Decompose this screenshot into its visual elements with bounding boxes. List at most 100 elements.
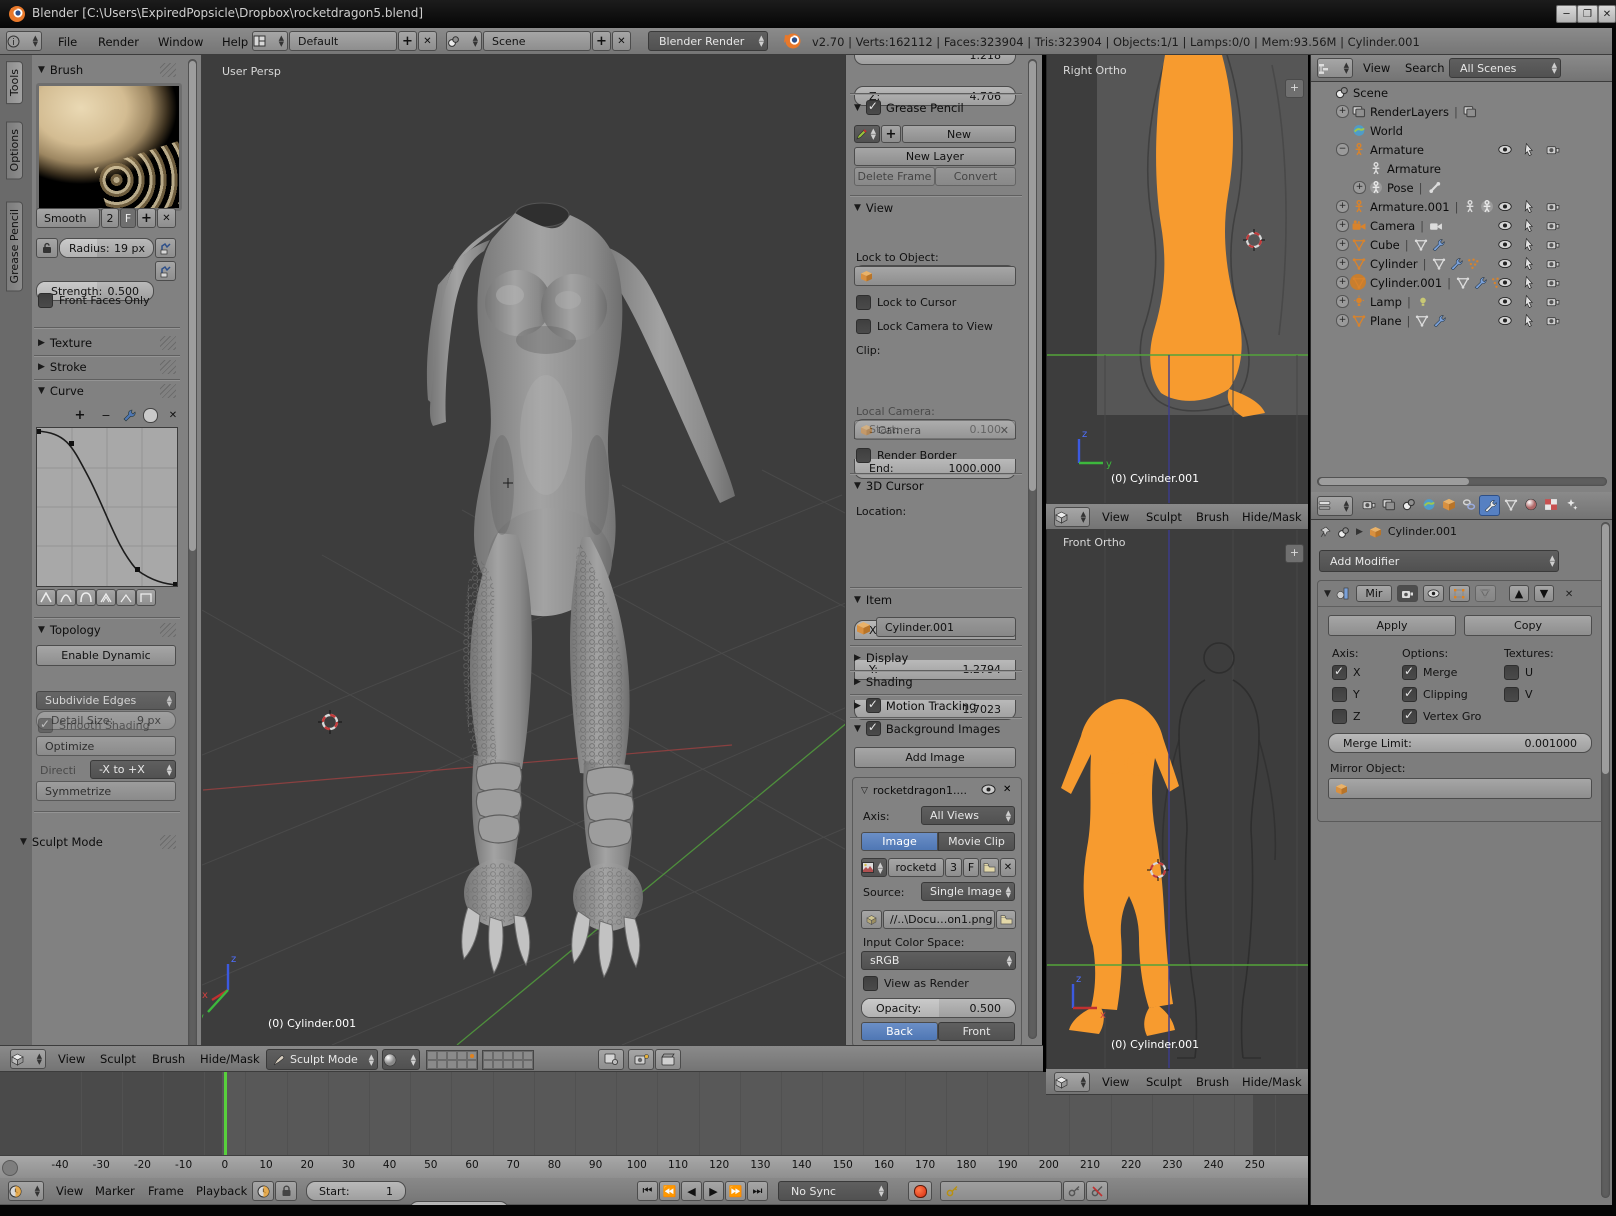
bg-front-tab[interactable]: Front: [938, 1022, 1015, 1041]
outliner-item-cylinder[interactable]: +Cylinder|: [1311, 254, 1613, 273]
colorspace-select[interactable]: sRGB▲▼: [861, 951, 1016, 970]
scene-icon-button[interactable]: ▲▼: [446, 31, 482, 51]
stroke-panel-header[interactable]: ▶Stroke: [38, 360, 87, 374]
outliner-item-label[interactable]: Pose: [1387, 181, 1414, 195]
renderability-camera-icon[interactable]: [1546, 238, 1561, 251]
pin-icon[interactable]: [1319, 526, 1331, 538]
panel-plus-tab[interactable]: +: [1285, 79, 1304, 98]
outliner-item-armature[interactable]: Armature: [1311, 159, 1613, 178]
add-modifier-select[interactable]: Add Modifier▲▼: [1319, 550, 1559, 572]
menu-hidemask[interactable]: Hide/Mask: [1242, 1075, 1302, 1089]
axis-checkbox[interactable]: Y: [1332, 687, 1361, 702]
grease-pencil-enable-checkbox[interactable]: [866, 100, 881, 115]
menu-render[interactable]: Render: [98, 35, 139, 49]
local-camera-field[interactable]: Camera✕: [854, 420, 1016, 440]
sculpt-mode-panel-header[interactable]: ▼Sculpt Mode: [20, 835, 103, 849]
scene-add-button[interactable]: [592, 31, 611, 51]
source-select[interactable]: Single Image▲▼: [921, 882, 1015, 901]
menu-help[interactable]: Help: [222, 35, 248, 49]
image-fake-user-button[interactable]: F: [963, 858, 979, 877]
radius-unified-lock-button[interactable]: [36, 238, 58, 258]
properties-tab-scene[interactable]: [1399, 495, 1418, 514]
modifier-move-down-button[interactable]: ▼: [1534, 585, 1554, 602]
brush-preview[interactable]: [36, 83, 182, 211]
texture-panel-header[interactable]: ▶Texture: [38, 336, 92, 350]
curve-delete-button[interactable]: [164, 407, 182, 423]
properties-tab-particles[interactable]: [1561, 495, 1580, 514]
new-layer-button[interactable]: New Layer: [854, 147, 1016, 166]
expand-toggle[interactable]: +: [1336, 238, 1349, 251]
layout-add-button[interactable]: [398, 31, 417, 51]
outliner-item-label[interactable]: Cube: [1370, 238, 1400, 252]
menu-file[interactable]: File: [58, 35, 77, 49]
delete-keyframe-button[interactable]: [1086, 1181, 1108, 1201]
expand-toggle[interactable]: +: [1336, 276, 1349, 289]
editor-type-button[interactable]: ▲▼: [1317, 496, 1353, 516]
render-engine-select[interactable]: Blender Render ▲▼: [648, 31, 768, 51]
mirror-object-field[interactable]: [1328, 778, 1592, 799]
add-image-button[interactable]: Add Image: [854, 747, 1016, 768]
properties-tab-renderlayers[interactable]: [1379, 495, 1398, 514]
grease-pencil-new-button[interactable]: New: [902, 125, 1016, 143]
selectability-pointer-icon[interactable]: [1522, 238, 1537, 251]
outliner-menu-view[interactable]: View: [1363, 61, 1390, 75]
sync-select[interactable]: No Sync▲▼: [778, 1181, 888, 1201]
background-images-panel-header[interactable]: ▼Background Images: [854, 721, 1000, 736]
timeline-menu-frame[interactable]: Frame: [148, 1184, 184, 1198]
symmetrize-direction-select[interactable]: -X to +X▲▼: [90, 760, 176, 779]
outliner-item-armature[interactable]: −Armature: [1311, 140, 1613, 159]
selectability-pointer-icon[interactable]: [1522, 200, 1537, 213]
menu-brush[interactable]: Brush: [1196, 1075, 1229, 1089]
insert-keyframe-button[interactable]: [1063, 1181, 1085, 1201]
view-panel-header[interactable]: ▼View: [854, 201, 893, 215]
outliner-item-armature-001[interactable]: +Armature.001|: [1311, 197, 1613, 216]
timeline-menu-playback[interactable]: Playback: [196, 1184, 247, 1198]
lock-to-cursor-checkbox[interactable]: Lock to Cursor: [856, 295, 956, 310]
option-checkbox[interactable]: Clipping: [1402, 687, 1481, 702]
bg-source-image-tab[interactable]: Image: [861, 832, 938, 851]
filepath-browse-button[interactable]: [996, 910, 1016, 929]
curve-preset-constant[interactable]: [136, 589, 156, 606]
tab-tools[interactable]: Tools: [6, 61, 23, 104]
outliner-item-label[interactable]: World: [1370, 124, 1403, 138]
outliner-item-label[interactable]: Lamp: [1370, 295, 1402, 309]
viewport-menu-hidemask[interactable]: Hide/Mask: [200, 1052, 260, 1066]
renderability-camera-icon[interactable]: [1546, 200, 1561, 213]
renderability-camera-icon[interactable]: [1546, 257, 1561, 270]
scene-delete-button[interactable]: [612, 31, 631, 51]
lock-camera-to-view-checkbox[interactable]: Lock Camera to View: [856, 319, 993, 334]
bg-back-tab[interactable]: Back: [861, 1022, 938, 1041]
view-as-render-checkbox[interactable]: View as Render: [863, 976, 969, 991]
expand-toggle[interactable]: +: [1336, 219, 1349, 232]
topology-panel-header[interactable]: ▼Topology: [38, 623, 101, 637]
outliner-item-label[interactable]: Cylinder: [1370, 257, 1418, 271]
menu-view[interactable]: View: [1102, 1075, 1129, 1089]
menu-window[interactable]: Window: [158, 35, 203, 49]
radius-pressure-button[interactable]: [155, 238, 176, 258]
merge-limit-field[interactable]: Merge Limit: 0.001000: [1328, 733, 1592, 753]
visibility-eye-icon[interactable]: [1498, 314, 1513, 327]
modifier-delete-button[interactable]: [1565, 587, 1573, 600]
motion-tracking-checkbox[interactable]: [866, 698, 881, 713]
smooth-shading-checkbox[interactable]: Smooth Shading: [38, 718, 150, 733]
breadcrumb-object[interactable]: Cylinder.001: [1388, 525, 1457, 538]
outliner-item-cube[interactable]: +Cube|: [1311, 235, 1613, 254]
editor-type-button[interactable]: ▲▼: [10, 1049, 46, 1069]
visibility-eye-icon[interactable]: [1498, 143, 1513, 156]
curve-preset-round[interactable]: [76, 589, 96, 606]
selectability-pointer-icon[interactable]: [1522, 257, 1537, 270]
screen-layout-field[interactable]: Default: [289, 31, 397, 51]
info-editor-type-button[interactable]: i ▲▼: [6, 31, 42, 51]
viewport-front-ortho[interactable]: zx Front Ortho (0) Cylinder.001 +: [1046, 530, 1308, 1068]
play-button[interactable]: ▶: [703, 1181, 724, 1201]
opacity-slider[interactable]: Opacity:0.500: [861, 998, 1016, 1018]
timeline-ruler[interactable]: -40-30-20-100102030405060708090100110120…: [0, 1155, 1308, 1179]
outliner-h-scrollbar[interactable]: [1317, 477, 1607, 486]
outliner-item-label[interactable]: Armature: [1370, 143, 1424, 157]
jump-to-start-button[interactable]: ⏮: [637, 1181, 658, 1201]
outliner-item-camera[interactable]: +Camera|: [1311, 216, 1613, 235]
enable-dynamic-button[interactable]: Enable Dynamic: [36, 645, 176, 666]
next-keyframe-button[interactable]: ⏩: [725, 1181, 746, 1201]
renderability-camera-icon[interactable]: [1546, 276, 1561, 289]
image-datablock-icon-button[interactable]: ▲▼: [861, 858, 887, 877]
